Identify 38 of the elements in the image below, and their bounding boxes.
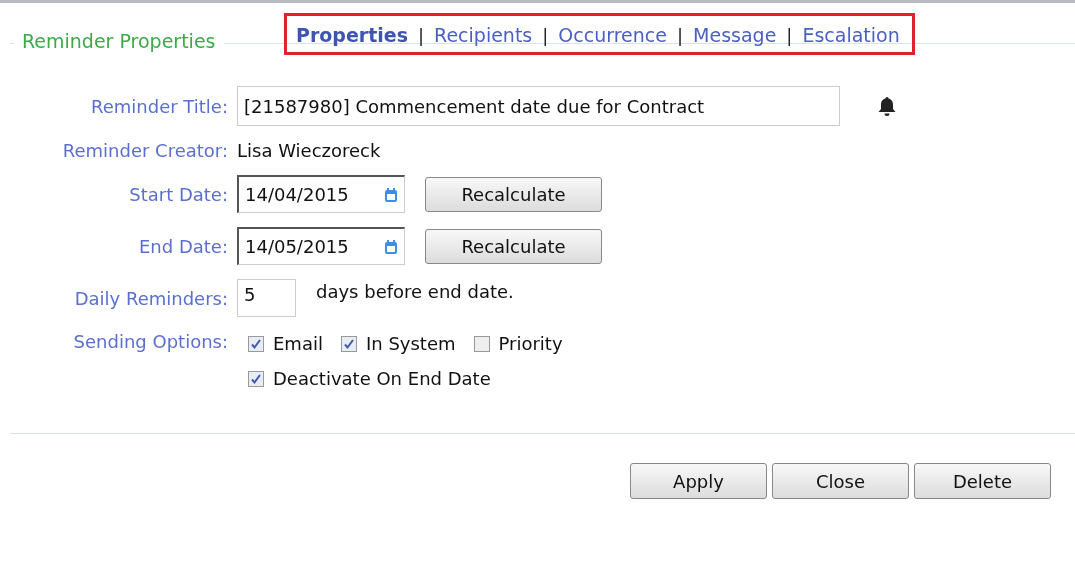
- checkbox[interactable]: [248, 370, 264, 387]
- days-suffix: days before end date.: [316, 280, 514, 302]
- dialog-button[interactable]: Apply: [630, 463, 767, 499]
- tab[interactable]: Escalation: [802, 24, 900, 46]
- dialog-button[interactable]: Delete: [914, 463, 1051, 499]
- date-field[interactable]: 14/05/2015: [237, 227, 405, 265]
- checkbox-option[interactable]: Priority: [473, 333, 563, 354]
- separator: |: [418, 24, 425, 46]
- tab[interactable]: Message: [693, 24, 777, 46]
- field-label: Reminder Title:: [90, 95, 228, 117]
- separator: |: [677, 24, 684, 46]
- field-label: End Date:: [138, 235, 228, 257]
- checkbox-option[interactable]: Email: [248, 333, 323, 354]
- days-field[interactable]: 5: [237, 279, 296, 317]
- checkbox[interactable]: [248, 335, 264, 352]
- tab[interactable]: Properties: [296, 24, 408, 46]
- recalculate-button[interactable]: Recalculate: [425, 228, 602, 264]
- checkbox[interactable]: [340, 335, 357, 352]
- tab[interactable]: Occurrence: [558, 24, 667, 46]
- recalculate-button[interactable]: Recalculate: [425, 176, 602, 212]
- title-field[interactable]: [21587980] Commencement date due for Contract: [237, 86, 840, 126]
- checkbox-option[interactable]: In System: [340, 333, 456, 354]
- date-field[interactable]: 14/04/2015: [237, 175, 405, 213]
- field-label: Start Date:: [128, 183, 228, 205]
- checkbox-option[interactable]: Deactivate On End Date: [248, 368, 491, 389]
- section-legend: Reminder Properties: [14, 30, 224, 52]
- tab[interactable]: Recipients: [434, 24, 533, 46]
- field-label: Daily Reminders:: [73, 287, 228, 309]
- bell-icon[interactable]: [876, 95, 898, 117]
- separator: |: [786, 24, 793, 46]
- calendar-icon[interactable]: [384, 186, 398, 203]
- calendar-icon[interactable]: [384, 238, 398, 255]
- creator-name: Lisa Wieczoreck: [237, 140, 382, 161]
- dialog-button[interactable]: Close: [772, 463, 909, 499]
- checkbox[interactable]: [473, 335, 490, 352]
- field-label: Reminder Creator:: [61, 140, 228, 161]
- separator: |: [542, 24, 549, 46]
- field-label: Sending Options:: [72, 331, 228, 352]
